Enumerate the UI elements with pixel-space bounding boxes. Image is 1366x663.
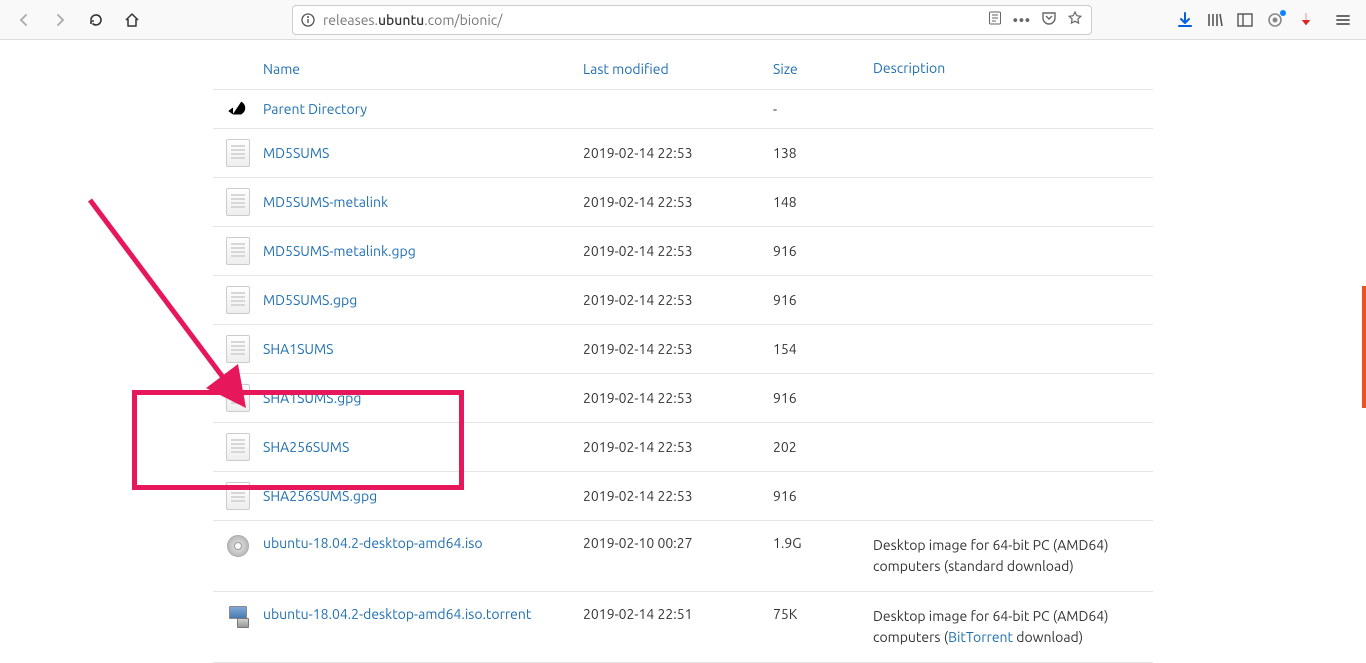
file-date: 2019-02-14 22:53 — [583, 145, 773, 161]
computer-icon — [227, 606, 249, 628]
file-link[interactable]: SHA1SUMS.gpg — [263, 390, 361, 406]
file-icon — [226, 139, 250, 167]
home-button[interactable] — [116, 4, 148, 36]
extension-arrow-icon[interactable] — [1296, 10, 1316, 30]
file-icon — [226, 335, 250, 363]
file-date: 2019-02-14 22:53 — [583, 439, 773, 455]
file-icon — [226, 188, 250, 216]
col-desc[interactable]: Description — [873, 60, 945, 76]
table-row: SHA1SUMS.gpg 2019-02-14 22:53916 — [213, 374, 1153, 423]
file-desc: Desktop image for 64-bit PC (AMD64) comp… — [873, 535, 1153, 577]
file-link[interactable]: ubuntu-18.04.2-desktop-amd64.iso.torrent — [263, 606, 531, 622]
desc-link[interactable]: BitTorrent — [948, 629, 1013, 645]
table-row: SHA256SUMS.gpg 2019-02-14 22:53916 — [213, 472, 1153, 521]
forward-button[interactable] — [44, 4, 76, 36]
file-link[interactable]: SHA256SUMS — [263, 439, 349, 455]
sidebar-icon[interactable] — [1236, 11, 1254, 29]
file-size: 75K — [773, 606, 873, 622]
file-link[interactable]: ubuntu-18.04.2-desktop-amd64.iso — [263, 535, 483, 551]
file-date: 2019-02-14 22:53 — [583, 341, 773, 357]
file-icon — [226, 482, 250, 510]
table-row: SHA1SUMS 2019-02-14 22:53154 — [213, 325, 1153, 374]
file-size: 916 — [773, 488, 873, 504]
table-row: ubuntu-18.04.2-desktop-amd64.iso.torrent… — [213, 592, 1153, 663]
file-date: 2019-02-10 00:27 — [583, 535, 773, 551]
directory-listing: Name Last modified Size Description Pare… — [213, 40, 1153, 663]
table-header: Name Last modified Size Description — [213, 48, 1153, 90]
file-link[interactable]: SHA256SUMS.gpg — [263, 488, 377, 504]
table-row: SHA256SUMS 2019-02-14 22:53202 — [213, 423, 1153, 472]
scrollbar-indicator[interactable] — [1362, 286, 1366, 408]
info-icon[interactable] — [301, 13, 315, 27]
file-icon — [226, 237, 250, 265]
col-modified[interactable]: Last modified — [583, 61, 669, 77]
file-link[interactable]: MD5SUMS.gpg — [263, 292, 357, 308]
file-desc: Desktop image for 64-bit PC (AMD64) comp… — [873, 606, 1153, 648]
file-size: 916 — [773, 292, 873, 308]
file-size: 154 — [773, 341, 873, 357]
parent-row: Parent Directory - — [213, 90, 1153, 129]
menu-button[interactable] — [1334, 11, 1352, 29]
bookmark-star-icon[interactable] — [1067, 10, 1083, 29]
cd-icon — [227, 535, 249, 557]
file-icon — [226, 433, 250, 461]
file-date: 2019-02-14 22:51 — [583, 606, 773, 622]
file-date: 2019-02-14 22:53 — [583, 194, 773, 210]
reload-button[interactable] — [80, 4, 112, 36]
reader-mode-icon[interactable] — [987, 10, 1003, 29]
page-actions-icon[interactable]: ••• — [1013, 12, 1031, 28]
downloads-icon[interactable] — [1176, 11, 1194, 29]
browser-toolbar: releases.ubuntu.com/bionic/ ••• — [0, 0, 1366, 40]
file-date: 2019-02-14 22:53 — [583, 488, 773, 504]
file-size: 916 — [773, 243, 873, 259]
file-link[interactable]: MD5SUMS — [263, 145, 329, 161]
addon-icon[interactable] — [1266, 11, 1284, 29]
parent-directory-link[interactable]: Parent Directory — [263, 101, 367, 117]
file-size: 148 — [773, 194, 873, 210]
back-button[interactable] — [8, 4, 40, 36]
file-date: 2019-02-14 22:53 — [583, 292, 773, 308]
file-size: 916 — [773, 390, 873, 406]
file-size: 138 — [773, 145, 873, 161]
pocket-icon[interactable] — [1041, 10, 1057, 29]
back-arrow-icon — [213, 100, 263, 118]
table-row: ubuntu-18.04.2-desktop-amd64.iso 2019-02-… — [213, 521, 1153, 592]
url-bar[interactable]: releases.ubuntu.com/bionic/ ••• — [292, 5, 1092, 35]
file-link[interactable]: MD5SUMS-metalink.gpg — [263, 243, 416, 259]
file-size: 1.9G — [773, 535, 873, 551]
table-row: MD5SUMS-metalink.gpg 2019-02-14 22:53916 — [213, 227, 1153, 276]
parent-size: - — [773, 101, 873, 117]
file-link[interactable]: MD5SUMS-metalink — [263, 194, 388, 210]
table-row: MD5SUMS.gpg 2019-02-14 22:53916 — [213, 276, 1153, 325]
col-name[interactable]: Name — [263, 61, 300, 77]
file-link[interactable]: SHA1SUMS — [263, 341, 334, 357]
file-icon — [226, 384, 250, 412]
library-icon[interactable] — [1206, 11, 1224, 29]
table-row: MD5SUMS 2019-02-14 22:53138 — [213, 129, 1153, 178]
file-size: 202 — [773, 439, 873, 455]
file-date: 2019-02-14 22:53 — [583, 243, 773, 259]
url-text: releases.ubuntu.com/bionic/ — [323, 12, 979, 28]
file-date: 2019-02-14 22:53 — [583, 390, 773, 406]
file-icon — [226, 286, 250, 314]
col-size[interactable]: Size — [773, 61, 798, 77]
table-row: MD5SUMS-metalink 2019-02-14 22:53148 — [213, 178, 1153, 227]
